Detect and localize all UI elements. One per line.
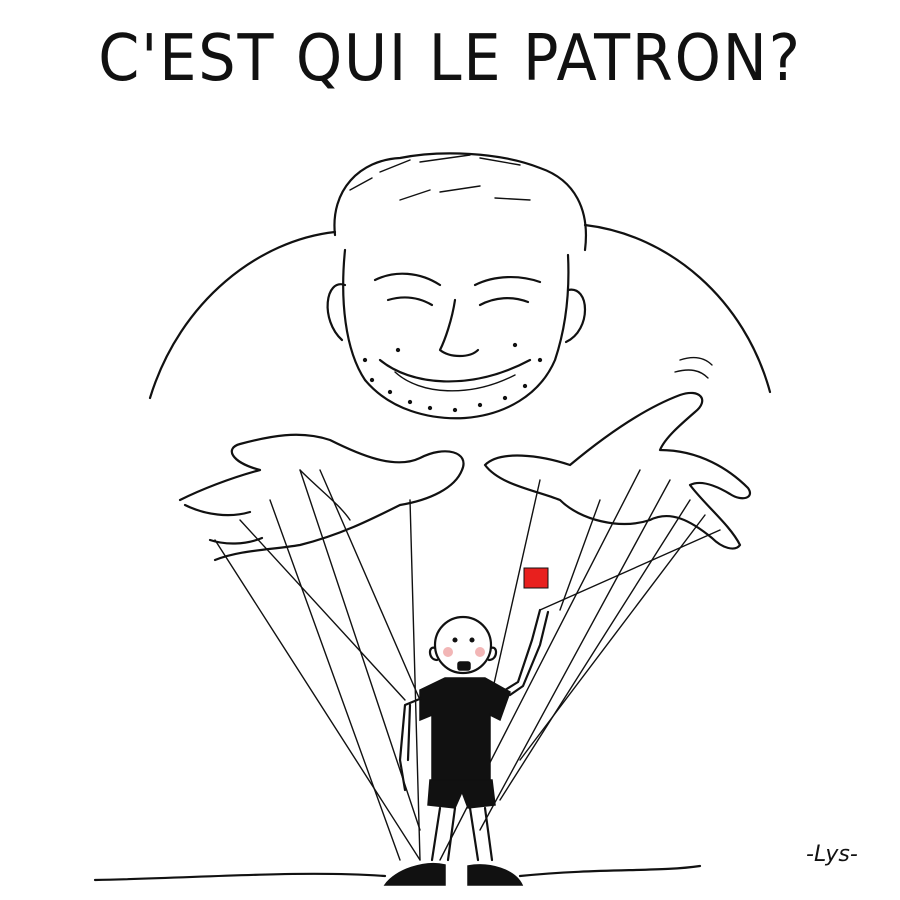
puppeteer-left-hand <box>178 433 465 562</box>
red-card <box>523 567 549 589</box>
artist-signature: -Lys- <box>806 842 858 867</box>
puppeteer-head <box>326 152 587 420</box>
cartoon-illustration <box>93 152 772 886</box>
cartoon-canvas: C'EST QUI LE PATRON? -Lys- <box>0 0 900 900</box>
